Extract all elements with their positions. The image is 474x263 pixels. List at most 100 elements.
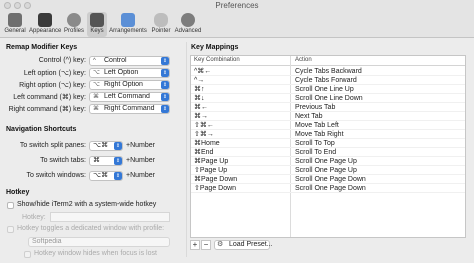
section-divider (186, 42, 187, 257)
key-combination-cell: ⇧Page Up (194, 167, 228, 174)
table-row[interactable]: ⌘End Scroll To End (191, 148, 465, 157)
action-cell: Next Tab (295, 113, 323, 120)
remap-control-popup[interactable]: ^ Control ⇕ (89, 56, 170, 66)
action-cell: Scroll One Page Down (295, 185, 366, 192)
title-bar: Preferences (0, 0, 474, 11)
remap-right-option-popup[interactable]: ⌥ Right Option ⇕ (89, 80, 170, 90)
preferences-toolbar: General Appearance Profiles Keys Arrange… (0, 11, 474, 38)
popup-value: Right Command (104, 105, 155, 112)
popup-value: ⌘ (93, 157, 100, 164)
table-row[interactable]: ⌘Page Down Scroll One Page Down (191, 175, 465, 184)
key-combination-cell: ⌘↓ (194, 95, 205, 102)
hotkey-input[interactable] (50, 212, 170, 222)
key-combination-cell: ⌘→ (194, 113, 208, 120)
remap-left-option-popup[interactable]: ⌥ Left Option ⇕ (89, 68, 170, 78)
tab-profiles[interactable]: Profiles (62, 12, 86, 37)
action-cell: Scroll One Line Up (295, 86, 354, 93)
action-cell: Previous Tab (295, 104, 336, 111)
switch-tabs-popup[interactable]: ⌘ ⇕ (89, 156, 123, 166)
action-cell: Scroll To Top (295, 140, 335, 147)
popup-value: Right Option (104, 81, 143, 88)
chevron-updown-icon: ⇕ (161, 81, 169, 89)
remap-right-command-label: Right command (⌘) key: (8, 106, 86, 113)
keys-keyboard-icon (90, 13, 104, 27)
remap-right-option-label: Right option (⌥) key: (19, 82, 86, 89)
table-row[interactable]: ⌘Page Up Scroll One Page Up (191, 157, 465, 166)
table-row[interactable]: ⇧Page Up Scroll One Page Up (191, 166, 465, 175)
key-mappings-title: Key Mappings (191, 44, 239, 51)
popup-value: Softpedia (32, 238, 62, 245)
switch-panes-popup[interactable]: ⌥⌘ ⇕ (89, 141, 123, 151)
table-row[interactable]: ⌘Home Scroll To Top (191, 139, 465, 148)
command-symbol-icon: ⌘ (93, 106, 99, 112)
load-preset-button[interactable]: ⚙ Load Preset... (214, 240, 273, 250)
popup-value: ⌥⌘ (93, 142, 109, 149)
key-combination-cell: ⇧Page Down (194, 185, 237, 192)
table-row[interactable]: ⌘↑ Scroll One Line Up (191, 85, 465, 94)
option-symbol-icon: ⌥ (93, 70, 100, 76)
remap-left-command-label: Left command (⌘) key: (13, 94, 86, 101)
table-row[interactable]: ⇧Page Down Scroll One Page Down (191, 184, 465, 193)
chevron-updown-icon: ⇕ (114, 157, 122, 165)
table-row[interactable]: ⇧⌘← Move Tab Left (191, 121, 465, 130)
switch-tabs-label: To switch tabs: (40, 157, 86, 164)
popup-value: Left Command (104, 93, 150, 100)
switch-windows-popup[interactable]: ⌥⌘ ⇕ (89, 171, 123, 181)
key-combination-cell: ⇧⌘→ (194, 131, 214, 138)
chevron-updown-icon: ⇕ (161, 57, 169, 65)
show-hide-hotkey-checkbox[interactable] (7, 202, 14, 209)
remap-control-label: Control (^) key: (38, 57, 86, 64)
chevron-updown-icon: ⇕ (161, 69, 169, 77)
switch-windows-suffix: +Number (126, 172, 155, 179)
action-cell: Scroll To End (295, 149, 337, 156)
table-row[interactable]: ⌘↓ Scroll One Line Down (191, 94, 465, 103)
show-hide-hotkey-label: Show/hide iTerm2 with a system-wide hotk… (17, 201, 157, 208)
remap-right-command-popup[interactable]: ⌘ Right Command ⇕ (89, 104, 170, 114)
hide-on-focus-lost-checkbox[interactable] (24, 251, 31, 258)
tab-appearance[interactable]: Appearance (29, 12, 61, 37)
tab-pointer[interactable]: Pointer (149, 12, 173, 37)
switch-tabs-suffix: +Number (126, 157, 155, 164)
arrangements-icon (121, 13, 135, 27)
hide-on-focus-lost-label: Hotkey window hides when focus is lost (34, 250, 157, 257)
chevron-updown-icon: ⇕ (114, 142, 122, 150)
option-symbol-icon: ⌥ (93, 82, 100, 88)
chevron-updown-icon: ⇕ (161, 93, 169, 101)
tab-general[interactable]: General (2, 12, 28, 37)
column-header-action[interactable]: Action (295, 57, 312, 63)
appearance-screen-icon (38, 13, 52, 27)
table-row[interactable]: ⌘← Previous Tab (191, 103, 465, 112)
tab-arrangements[interactable]: Arrangements (108, 12, 148, 37)
tab-keys[interactable]: Keys (87, 12, 107, 37)
table-row[interactable]: ^→ Cycle Tabs Forward (191, 76, 465, 85)
chevron-updown-icon: ⇕ (161, 105, 169, 113)
switch-windows-label: To switch windows: (26, 172, 86, 179)
remove-mapping-button[interactable]: − (201, 240, 211, 250)
popup-value: Control (104, 57, 127, 64)
table-row[interactable]: ⇧⌘→ Move Tab Right (191, 130, 465, 139)
dedicated-window-label: Hotkey toggles a dedicated window with p… (17, 225, 165, 232)
add-mapping-button[interactable]: + (190, 240, 200, 250)
hotkey-section-title: Hotkey (6, 189, 30, 196)
hotkey-profile-popup[interactable]: Softpedia (28, 237, 170, 247)
pointer-mouse-icon (154, 13, 168, 27)
key-combination-cell: ^⌘← (194, 68, 212, 75)
gear-icon: ⚙ (217, 241, 224, 248)
key-combination-cell: ⌘Page Up (194, 158, 229, 165)
key-mappings-table[interactable]: Key Combination Action ^⌘← Cycle Tabs Bac… (190, 55, 466, 238)
table-row[interactable]: ^⌘← Cycle Tabs Backward (191, 67, 465, 76)
action-cell: Scroll One Page Up (295, 167, 357, 174)
column-header-key-combination[interactable]: Key Combination (194, 57, 240, 63)
popup-value: Left Option (104, 69, 139, 76)
remap-left-command-popup[interactable]: ⌘ Left Command ⇕ (89, 92, 170, 102)
key-combination-cell: ⌘Page Down (194, 176, 238, 183)
table-row[interactable]: ⌘→ Next Tab (191, 112, 465, 121)
action-cell: Scroll One Line Down (295, 95, 363, 102)
profiles-person-icon (67, 13, 81, 27)
tab-advanced[interactable]: Advanced (174, 12, 202, 37)
popup-value: ⌥⌘ (93, 172, 109, 179)
nav-section-title: Navigation Shortcuts (6, 126, 77, 133)
key-combination-cell: ⌘Home (194, 140, 220, 147)
dedicated-window-checkbox[interactable] (7, 226, 14, 233)
table-header: Key Combination Action (191, 56, 465, 66)
